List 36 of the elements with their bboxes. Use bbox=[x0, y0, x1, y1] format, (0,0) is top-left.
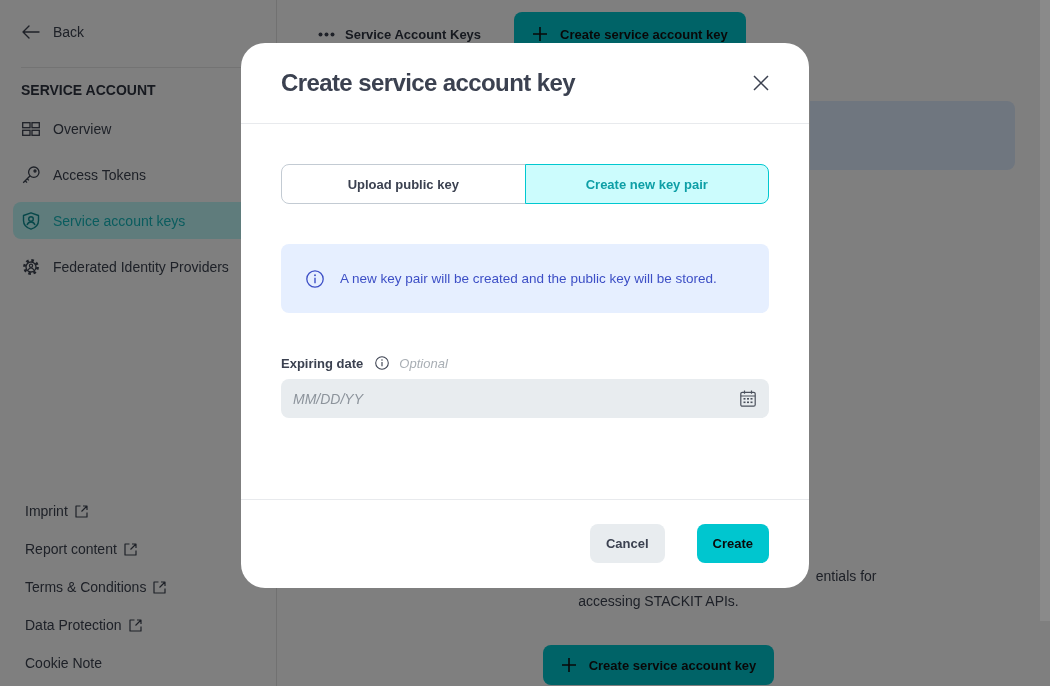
footer-link[interactable]: Terms & Conditions bbox=[25, 577, 167, 597]
description-text: accessing STACKIT APIs. bbox=[578, 593, 739, 609]
close-icon bbox=[753, 75, 769, 91]
optional-hint: Optional bbox=[399, 355, 448, 371]
plus-icon bbox=[532, 26, 549, 42]
footer-link[interactable]: Imprint bbox=[25, 501, 88, 521]
tab[interactable]: Create new key pair bbox=[524, 164, 769, 204]
create-key-button[interactable]: Create service account key bbox=[542, 645, 775, 685]
dialog-title: Create service account key bbox=[281, 69, 575, 97]
footer-link[interactable]: Data Protection bbox=[25, 615, 142, 635]
gear-icon bbox=[22, 257, 40, 276]
field-label: Expiring date bbox=[281, 355, 364, 371]
page-title: Service Account Keys bbox=[345, 26, 482, 42]
tab[interactable]: Upload public key bbox=[281, 164, 526, 204]
back-link[interactable]: Back bbox=[22, 22, 85, 42]
grid-icon bbox=[22, 119, 40, 138]
sidebar-item[interactable]: Federated Identity Providers bbox=[13, 248, 241, 285]
create-button[interactable]: Create bbox=[696, 524, 769, 563]
close-button[interactable] bbox=[753, 75, 769, 91]
left-arrow-icon bbox=[22, 25, 40, 39]
key-icon bbox=[22, 165, 40, 184]
calendar-icon[interactable] bbox=[740, 390, 756, 407]
plus-icon bbox=[560, 657, 577, 673]
info-text: A new key pair will be created and the public key will be stored. bbox=[340, 271, 717, 286]
date-field[interactable]: MM/DD/YY bbox=[281, 379, 769, 418]
info-icon bbox=[306, 269, 324, 288]
footer-link[interactable]: Report content bbox=[25, 539, 137, 559]
more-icon[interactable] bbox=[318, 31, 335, 37]
sidebar-item[interactable]: Access Tokens bbox=[13, 156, 241, 193]
shield-icon bbox=[22, 211, 40, 230]
section-heading: SERVICE ACCOUNT bbox=[21, 81, 156, 99]
sidebar-item[interactable]: Overview bbox=[13, 110, 241, 147]
cancel-button[interactable]: Cancel bbox=[589, 524, 665, 563]
info-icon[interactable] bbox=[375, 356, 390, 370]
footer-link[interactable]: Cookie Note bbox=[25, 653, 103, 673]
description-text: entials for bbox=[815, 568, 877, 584]
